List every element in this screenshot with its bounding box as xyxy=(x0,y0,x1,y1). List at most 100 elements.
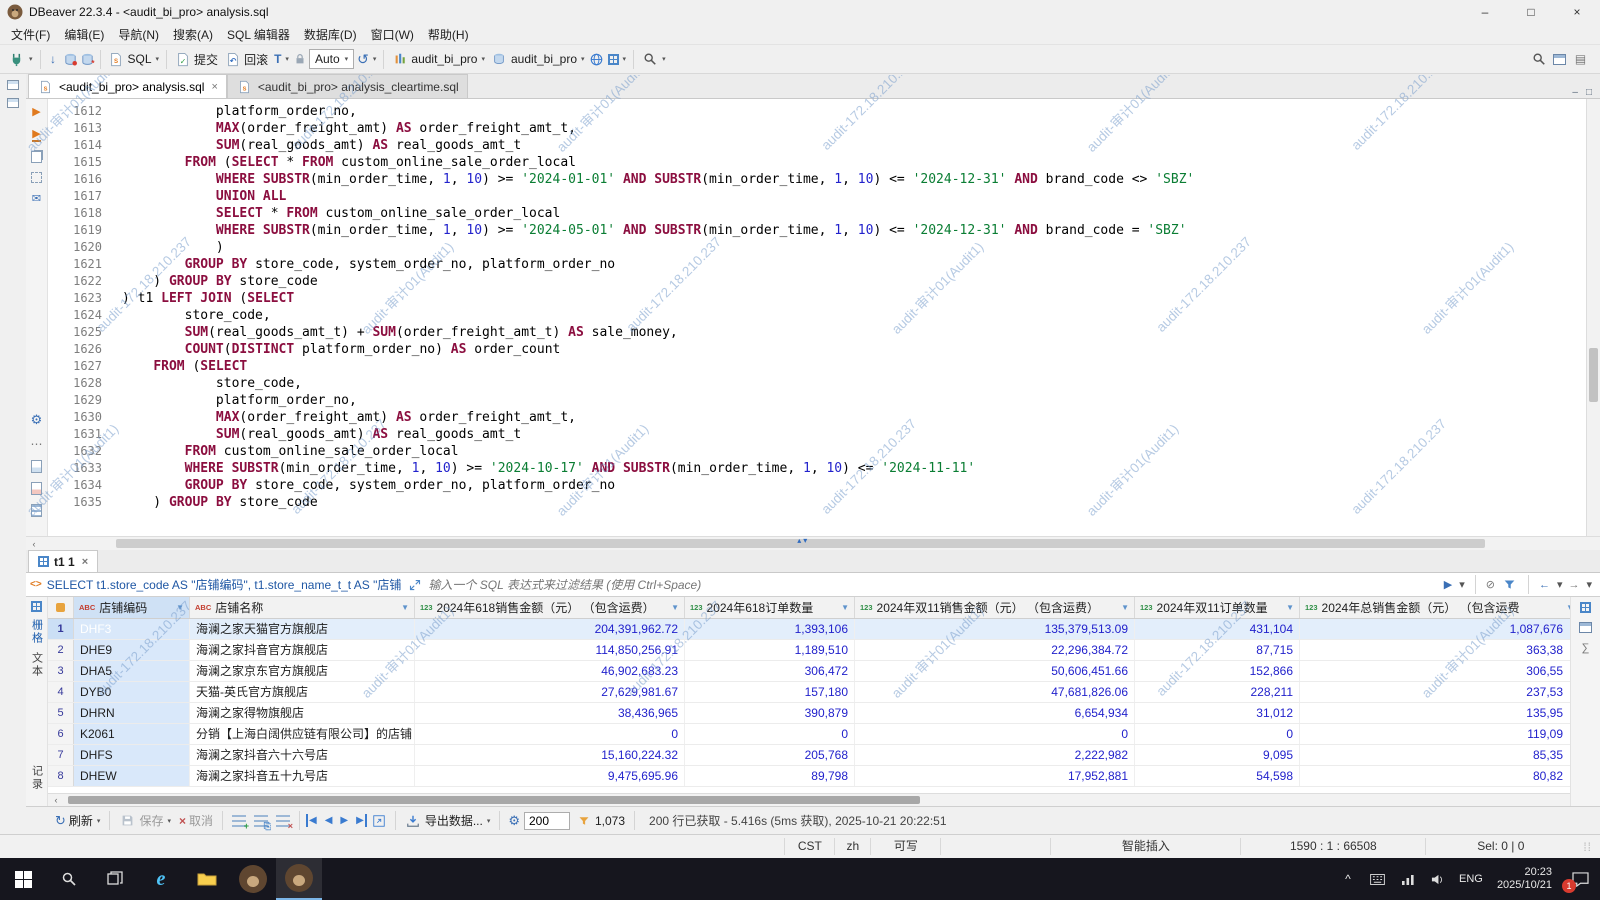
table-cell[interactable]: 204,391,962.72 xyxy=(415,619,685,639)
table-cell[interactable]: 431,104 xyxy=(1135,619,1300,639)
table-cell[interactable]: 海澜之家抖音五十九号店 xyxy=(190,766,415,786)
code-line[interactable]: MAX(order_freight_amt) AS order_freight_… xyxy=(122,409,1586,426)
table-cell[interactable]: 0 xyxy=(685,724,855,744)
row-number[interactable]: 3 xyxy=(48,661,74,681)
table-cell[interactable]: 363,38 xyxy=(1300,640,1570,660)
table-cell[interactable]: 海澜之家得物旗舰店 xyxy=(190,703,415,723)
autocommit-select[interactable]: Auto ▾ xyxy=(309,49,354,69)
filter-history-forward-icon[interactable]: → xyxy=(1568,579,1579,591)
table-cell[interactable]: K2061 xyxy=(74,724,190,744)
schema-select[interactable]: audit_bi_pro ▾ xyxy=(488,49,588,70)
code-line[interactable]: WHERE SUBSTR(min_order_time, 1, 10) >= '… xyxy=(122,171,1586,188)
code-line[interactable]: ) GROUP BY store_code xyxy=(122,273,1586,290)
chevron-down-icon[interactable]: ▾ xyxy=(1557,578,1563,591)
last-row-button[interactable]: ▶ xyxy=(353,814,367,827)
file-explorer-button[interactable] xyxy=(184,858,230,900)
code-line[interactable]: FROM (SELECT * FROM custom_online_sale_o… xyxy=(122,154,1586,171)
save-button[interactable]: 保存 ▾ xyxy=(116,811,174,830)
maximize-editor-icon[interactable]: □ xyxy=(1586,87,1592,98)
row-number[interactable]: 2 xyxy=(48,640,74,660)
dbeaver-taskbar-button-active[interactable] xyxy=(276,858,322,900)
table-cell[interactable]: 0 xyxy=(415,724,685,744)
table-cell[interactable]: 27,629,981.67 xyxy=(415,682,685,702)
previous-row-button[interactable]: ◀ xyxy=(322,814,336,827)
chevron-down-icon[interactable]: ▾ xyxy=(1459,578,1465,591)
table-cell[interactable]: DHA5 xyxy=(74,661,190,681)
row-number[interactable]: 5 xyxy=(48,703,74,723)
code-line[interactable]: FROM custom_online_sale_order_local xyxy=(122,443,1586,460)
table-cell[interactable]: 17,952,881 xyxy=(855,766,1135,786)
code-line[interactable]: FROM (SELECT xyxy=(122,358,1586,375)
table-row[interactable]: 5DHRN海澜之家得物旗舰店38,436,965390,8796,654,934… xyxy=(48,703,1570,724)
taskbar-search-button[interactable] xyxy=(46,858,92,900)
scroll-left-icon[interactable]: ‹ xyxy=(26,539,42,549)
hidden-icons-chevron[interactable]: ^ xyxy=(1333,858,1363,900)
gear-icon[interactable]: ⚙ xyxy=(31,412,43,428)
export-doc-icon[interactable] xyxy=(31,460,42,473)
code-line[interactable]: MAX(order_freight_amt) AS order_freight_… xyxy=(122,120,1586,137)
total-row-count[interactable]: 1,073 xyxy=(572,811,628,830)
caret-position[interactable]: 1590 : 1 : 66508 xyxy=(1240,838,1425,855)
database-select[interactable]: audit_bi_pro ▾ xyxy=(388,49,488,70)
insert-mode-indicator[interactable]: 智能插入 xyxy=(1050,838,1240,855)
grid-settings-gear-icon[interactable]: ⚙ xyxy=(506,813,522,829)
code-line[interactable]: SUM(real_goods_amt) AS real_goods_amt_t xyxy=(122,426,1586,443)
language-indicator[interactable]: ENG xyxy=(1453,858,1489,900)
table-cell[interactable]: 9,475,695.96 xyxy=(415,766,685,786)
menu-item[interactable]: 文件(F) xyxy=(4,25,57,44)
table-cell[interactable]: 海澜之家京东官方旗舰店 xyxy=(190,661,415,681)
grid-corner-cell[interactable] xyxy=(48,597,74,618)
table-cell[interactable]: 54,598 xyxy=(1135,766,1300,786)
editor-tab-cleartime[interactable]: S <audit_bi_pro> analysis_cleartime.sql xyxy=(227,74,468,98)
rollback-button[interactable]: ↶ 回滚 xyxy=(221,49,271,70)
code-line[interactable]: GROUP BY store_code, system_order_no, pl… xyxy=(122,256,1586,273)
presentation-tab-text[interactable]: 文本 xyxy=(29,652,45,678)
table-cell[interactable]: DHF3 xyxy=(74,619,190,639)
mail-export-icon[interactable]: ✉ xyxy=(32,192,41,205)
code-line[interactable]: SELECT * FROM custom_online_sale_order_l… xyxy=(122,205,1586,222)
code-line[interactable]: SUM(real_goods_amt_t) + SUM(order_freigh… xyxy=(122,324,1586,341)
table-cell[interactable]: 6,654,934 xyxy=(855,703,1135,723)
table-cell[interactable]: 1,087,676 xyxy=(1300,619,1570,639)
network-icon[interactable] xyxy=(1393,858,1423,900)
table-cell[interactable]: 135,379,513.09 xyxy=(855,619,1135,639)
table-row[interactable]: 6K2061分销【上海白阔供应链有限公司】的店铺0000119,09 xyxy=(48,724,1570,745)
sash-collapse-icon[interactable]: ▴▾ xyxy=(797,536,809,545)
grid-horizontal-scrollbar[interactable]: ‹ xyxy=(48,793,1570,806)
arrow-down-icon[interactable]: ↓ xyxy=(45,51,62,68)
code-line[interactable]: store_code, xyxy=(122,307,1586,324)
grid-presentation-icon[interactable] xyxy=(31,601,42,612)
table-cell[interactable]: 157,180 xyxy=(685,682,855,702)
clear-filter-icon[interactable]: ⊘ xyxy=(1486,578,1495,591)
table-cell[interactable]: 31,012 xyxy=(1135,703,1300,723)
table-cell[interactable]: 135,95 xyxy=(1300,703,1570,723)
row-number[interactable]: 4 xyxy=(48,682,74,702)
code-line[interactable]: UNION ALL xyxy=(122,188,1586,205)
access-mode-indicator[interactable]: 可写 xyxy=(870,838,940,855)
explain-plan-icon[interactable] xyxy=(31,172,42,183)
column-header[interactable]: 1232024年双11订单数量▼ xyxy=(1135,597,1300,618)
globe-icon[interactable] xyxy=(588,51,605,68)
sql-editor-button[interactable]: S SQL ▾ xyxy=(105,49,163,70)
perspective-icon[interactable] xyxy=(1553,54,1566,65)
column-header[interactable]: 1232024年总销售金额（元） （包含运费▼ xyxy=(1300,597,1570,618)
browse-row-button[interactable] xyxy=(369,813,389,829)
calc-panel-icon[interactable]: ∑ xyxy=(1582,642,1590,654)
table-cell[interactable]: DHE9 xyxy=(74,640,190,660)
filter-history-back-icon[interactable]: ← xyxy=(1539,579,1550,591)
scroll-left-icon[interactable]: ‹ xyxy=(48,795,64,805)
table-cell[interactable]: 22,296,384.72 xyxy=(855,640,1135,660)
table-cell[interactable]: 237,53 xyxy=(1300,682,1570,702)
column-header[interactable]: ABC店铺名称▼ xyxy=(190,597,415,618)
filter-expression-input[interactable] xyxy=(428,578,1438,592)
filter-dropdown-icon[interactable]: ▼ xyxy=(401,603,409,612)
table-cell[interactable]: DHFS xyxy=(74,745,190,765)
menu-item[interactable]: 导航(N) xyxy=(111,25,166,44)
table-cell[interactable]: 89,798 xyxy=(685,766,855,786)
presentation-tab-grid[interactable]: 栅格 xyxy=(29,619,45,645)
layout-icon[interactable]: ▤ xyxy=(1572,51,1589,68)
results-tab[interactable]: t1 1 × xyxy=(28,550,98,572)
menu-item[interactable]: 编辑(E) xyxy=(57,25,111,44)
menu-item[interactable]: 数据库(D) xyxy=(297,25,364,44)
table-row[interactable]: 8DHEW海澜之家抖音五十九号店9,475,695.9689,79817,952… xyxy=(48,766,1570,787)
